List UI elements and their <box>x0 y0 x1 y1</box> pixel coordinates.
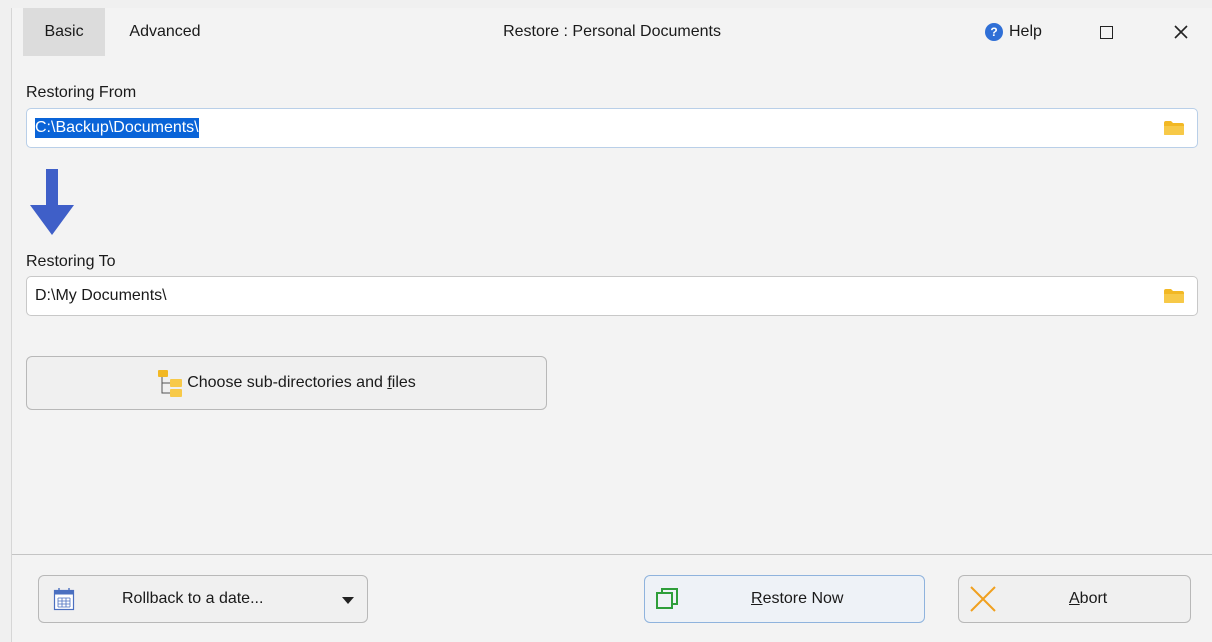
choose-subdirectories-button[interactable]: Choose sub-directories and files <box>26 356 547 410</box>
restore-now-label: Restore Now <box>751 590 844 607</box>
restoring-from-label: Restoring From <box>26 84 137 101</box>
source-path-value[interactable]: C:\Backup\Documents\ <box>35 118 199 138</box>
restore-window: Basic Advanced Restore : Personal Docume… <box>11 8 1212 642</box>
footer-divider <box>12 554 1212 555</box>
folder-tree-icon <box>158 370 183 397</box>
close-button[interactable] <box>1169 20 1193 44</box>
destination-path-value[interactable]: D:\My Documents\ <box>35 287 167 305</box>
chevron-down-icon[interactable] <box>342 597 354 605</box>
folder-icon <box>1164 121 1184 135</box>
abort-label: Abort <box>1069 590 1108 607</box>
destination-browse-button[interactable] <box>1163 287 1185 305</box>
calendar-icon <box>53 588 75 611</box>
rollback-label: Rollback to a date... <box>122 590 264 607</box>
down-arrow-icon <box>30 169 74 235</box>
folder-icon <box>1164 289 1184 303</box>
tab-advanced[interactable]: Advanced <box>116 8 214 56</box>
restoring-to-label: Restoring To <box>26 253 116 270</box>
close-icon <box>1174 25 1188 39</box>
destination-path-field[interactable]: D:\My Documents\ <box>26 276 1198 316</box>
rollback-button[interactable]: Rollback to a date... <box>38 575 368 623</box>
help-button[interactable]: ? Help <box>985 21 1042 43</box>
choose-subdirectories-label: Choose sub-directories and files <box>187 374 416 391</box>
source-browse-button[interactable] <box>1163 119 1185 137</box>
maximize-button[interactable] <box>1096 22 1116 42</box>
abort-x-icon <box>970 586 996 612</box>
restore-now-button[interactable]: Restore Now <box>644 575 925 623</box>
help-label: Help <box>1009 23 1042 40</box>
abort-button[interactable]: Abort <box>958 575 1191 623</box>
window-title: Restore : Personal Documents <box>503 23 721 40</box>
restore-copy-icon <box>656 588 678 609</box>
source-path-field[interactable]: C:\Backup\Documents\ <box>26 108 1198 148</box>
maximize-icon <box>1099 25 1113 39</box>
tab-basic[interactable]: Basic <box>23 8 105 56</box>
help-icon: ? <box>985 23 1003 41</box>
title-bar: Basic Advanced Restore : Personal Docume… <box>12 8 1212 56</box>
